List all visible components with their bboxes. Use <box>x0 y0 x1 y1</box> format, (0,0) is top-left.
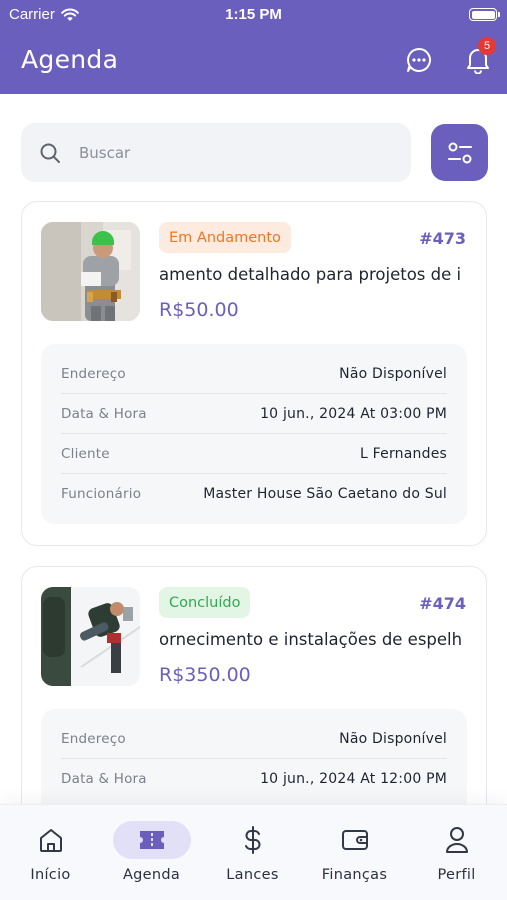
job-title-text: amento detalhado para projetos de i <box>159 265 462 284</box>
detail-value: 10 jun., 2024 At 03:00 PM <box>260 405 447 422</box>
job-title: ornecimento e instalações de espelh <box>159 630 468 654</box>
detail-row: Cliente L Fernandes <box>61 434 447 474</box>
wallet-icon <box>316 821 394 859</box>
detail-label: Cliente <box>61 445 110 462</box>
battery-icon <box>469 8 500 21</box>
nav-item-agenda[interactable]: Agenda <box>101 805 202 900</box>
person-icon <box>418 821 496 859</box>
detail-label: Endereço <box>61 730 126 747</box>
order-id: #473 <box>419 229 466 248</box>
detail-label: Endereço <box>61 365 126 382</box>
detail-value: Não Disponível <box>339 365 447 382</box>
detail-row: Endereço Não Disponível <box>61 354 447 394</box>
detail-value: Não Disponível <box>339 730 447 747</box>
detail-label: Data & Hora <box>61 405 147 422</box>
ticket-icon <box>112 821 191 859</box>
status-bar: Carrier 1:15 PM <box>0 0 507 28</box>
job-title-text: ornecimento e instalações de espelh <box>159 630 463 649</box>
order-price: R$350.00 <box>159 664 251 686</box>
order-price: R$50.00 <box>159 299 239 321</box>
nav-label: Lances <box>226 867 279 883</box>
nav-item-financas[interactable]: Finanças <box>304 805 405 900</box>
nav-item-perfil[interactable]: Perfil <box>406 805 507 900</box>
app-header: Carrier 1:15 PM Agenda 5 <box>0 0 507 94</box>
detail-value: Master House São Caetano do Sul <box>203 486 447 502</box>
search-input[interactable] <box>79 123 399 182</box>
detail-row: Data & Hora 10 jun., 2024 At 03:00 PM <box>61 394 447 434</box>
order-photo <box>41 587 140 686</box>
order-photo <box>41 222 140 321</box>
dollar-icon <box>214 821 292 859</box>
filter-button[interactable] <box>431 124 488 181</box>
nav-item-inicio[interactable]: Início <box>0 805 101 900</box>
detail-value: 10 jun., 2024 At 12:00 PM <box>260 771 447 787</box>
nav-item-lances[interactable]: Lances <box>202 805 303 900</box>
nav-label: Finanças <box>321 867 388 883</box>
search-bar <box>21 123 411 182</box>
home-icon <box>12 821 90 859</box>
page-title: Agenda <box>21 45 119 74</box>
detail-row: Endereço Não Disponível <box>61 719 447 759</box>
nav-label: Agenda <box>122 867 181 883</box>
detail-label: Data & Hora <box>61 771 147 787</box>
order-details: Endereço Não Disponível Data & Hora 10 j… <box>41 344 467 524</box>
filter-icon <box>447 142 472 163</box>
detail-row: Data & Hora 10 jun., 2024 At 12:00 PM <box>61 759 447 799</box>
nav-label: Perfil <box>437 867 476 883</box>
search-icon <box>40 143 60 163</box>
detail-label: Funcionário <box>61 486 142 502</box>
order-card[interactable]: Em Andamento #473 amento detalhado para … <box>21 201 487 546</box>
notification-badge: 5 <box>478 37 496 55</box>
chat-icon[interactable] <box>403 44 435 76</box>
bottom-nav: Início Agenda Lances Finanças Perfil <box>0 804 507 900</box>
status-badge: Em Andamento <box>159 222 291 253</box>
job-title: amento detalhado para projetos de i <box>159 265 468 289</box>
detail-value: L Fernandes <box>360 445 447 462</box>
order-id: #474 <box>419 594 466 613</box>
clock: 1:15 PM <box>225 6 282 23</box>
nav-label: Início <box>30 867 71 883</box>
detail-row: Funcionário Master House São Caetano do … <box>61 474 447 514</box>
status-badge: Concluído <box>159 587 251 618</box>
